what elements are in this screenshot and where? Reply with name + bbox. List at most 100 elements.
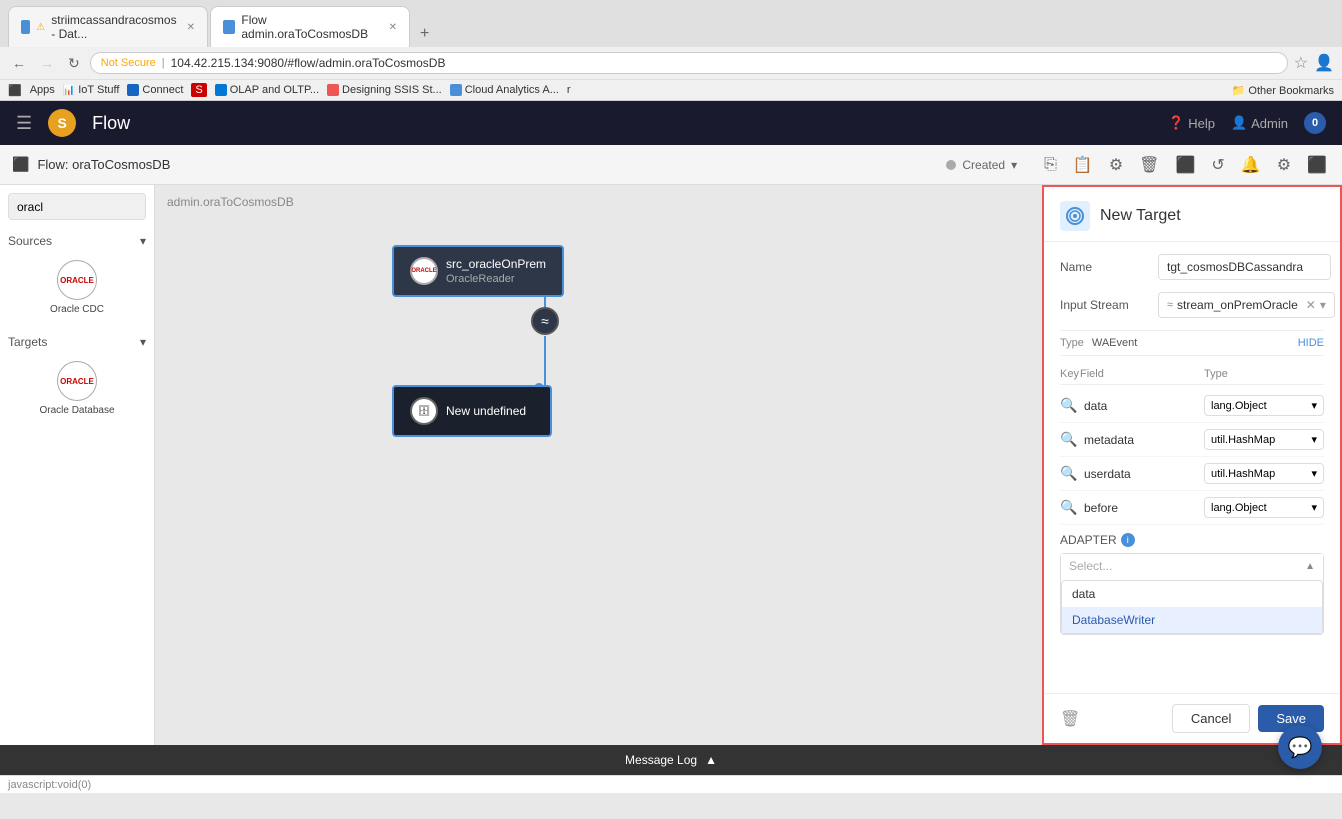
toolbar-table-icon[interactable]: ⬛ xyxy=(1172,152,1198,178)
status-text: Created xyxy=(962,158,1005,172)
input-stream-select[interactable]: ≈ stream_onPremOracle ✕ ▾ xyxy=(1158,292,1335,318)
target-node[interactable]: 🗄 New undefined xyxy=(392,385,552,437)
targets-section-header[interactable]: Targets ▾ xyxy=(8,331,146,353)
cloud-favicon xyxy=(450,84,462,96)
adapter-option-data[interactable]: data xyxy=(1062,581,1322,607)
stream-clear-icon[interactable]: ✕ xyxy=(1306,298,1316,312)
status-caret: ▾ xyxy=(1011,158,1017,172)
type-hide-button[interactable]: HIDE xyxy=(1298,337,1324,349)
hamburger-menu[interactable]: ☰ xyxy=(16,113,32,134)
help-icon: ❓ xyxy=(1168,115,1184,131)
search-input[interactable] xyxy=(17,200,172,214)
toolbar-settings-icon[interactable]: ⚙ xyxy=(1274,152,1294,178)
type-select-metadata[interactable]: util.HashMap ▾ xyxy=(1204,429,1324,450)
target-node-title: New undefined xyxy=(446,404,526,418)
type-value-metadata: util.HashMap xyxy=(1211,434,1275,446)
row-key-metadata: 🔍 xyxy=(1060,431,1080,448)
row-key-data: 🔍 xyxy=(1060,397,1080,414)
target-icon-svg xyxy=(1066,207,1084,225)
header-type: Type xyxy=(1204,368,1324,380)
type-select-before[interactable]: lang.Object ▾ xyxy=(1204,497,1324,518)
stream-chevron[interactable]: ▾ xyxy=(1320,298,1326,312)
bookmark-apps[interactable]: Apps xyxy=(30,84,55,96)
new-tab-button[interactable]: + xyxy=(412,21,437,47)
admin-button[interactable]: 👤 Admin xyxy=(1231,115,1288,131)
oracle-cdc-label: Oracle CDC xyxy=(50,304,104,315)
type-header: Type WAEvent HIDE xyxy=(1060,330,1324,356)
bookmark-cloud[interactable]: Cloud Analytics A... xyxy=(450,84,559,96)
row-field-userdata: userdata xyxy=(1084,467,1200,481)
stream-icon: ≈ xyxy=(1167,299,1173,311)
bookmark-iot[interactable]: 📊IoT Stuff xyxy=(63,84,120,96)
source-node[interactable]: ORACLE src_oracleOnPrem OracleReader xyxy=(392,245,564,297)
oracle-db-item[interactable]: ORACLE Oracle Database xyxy=(8,353,146,424)
cancel-button[interactable]: Cancel xyxy=(1172,704,1250,733)
adapter-dropdown[interactable]: Select... ▲ data DatabaseWriter xyxy=(1060,553,1324,635)
connector-line-bottom xyxy=(544,336,546,386)
sources-chevron: ▾ xyxy=(140,234,146,248)
main-content: ✕ Sources ▾ ORACLE Oracle CDC Targets ▾ … xyxy=(0,185,1342,745)
toolbar-bell-icon[interactable]: 🔔 xyxy=(1238,152,1264,178)
toolbar-connect-icon[interactable]: ⚙ xyxy=(1106,152,1126,178)
flow-breadcrumb-icon: ⬛ xyxy=(12,156,29,173)
bookmark-olap[interactable]: OLAP and OLTP... xyxy=(215,84,319,96)
tab-close-2[interactable]: ✕ xyxy=(389,22,397,33)
connect-favicon xyxy=(127,84,139,96)
row-type-data[interactable]: lang.Object ▾ xyxy=(1204,395,1324,416)
star-icon[interactable]: ☆ xyxy=(1294,53,1308,73)
adapter-option-databasewriter[interactable]: DatabaseWriter xyxy=(1062,607,1322,633)
flow-status[interactable]: Created ▾ xyxy=(946,158,1017,172)
forward-button[interactable]: → xyxy=(36,53,58,73)
toolbar-copy-icon[interactable]: ⎘ xyxy=(1041,153,1060,177)
browser-tab-2[interactable]: Flow admin.oraToCosmosDB ✕ xyxy=(210,6,410,47)
row-field-before: before xyxy=(1084,501,1200,515)
oracle-source-abbr: ORACLE xyxy=(411,268,436,274)
chat-button[interactable]: 💬 xyxy=(1278,725,1322,769)
name-row: Name xyxy=(1060,254,1324,280)
row-type-metadata[interactable]: util.HashMap ▾ xyxy=(1204,429,1324,450)
oracle-db-icon: ORACLE xyxy=(57,361,97,401)
other-bookmarks[interactable]: 📁 Other Bookmarks xyxy=(1232,84,1334,97)
toolbar-refresh-icon[interactable]: ↺ xyxy=(1208,152,1227,178)
bookmark-connect[interactable]: Connect xyxy=(127,84,183,96)
name-input[interactable] xyxy=(1158,254,1331,280)
browser-tab-1[interactable]: ⚠ striimcassandracosmos - Dat... ✕ xyxy=(8,6,208,47)
profile-icon[interactable]: 👤 xyxy=(1314,53,1334,73)
input-stream-row: Input Stream ≈ stream_onPremOracle ✕ ▾ xyxy=(1060,292,1324,318)
bookmark-s[interactable]: S xyxy=(191,83,206,97)
back-button[interactable]: ← xyxy=(8,53,30,73)
help-button[interactable]: ❓ Help xyxy=(1168,115,1215,131)
oracle-cdc-abbr: ORACLE xyxy=(60,276,94,285)
connector-icon: ≈ xyxy=(531,307,559,335)
status-dot xyxy=(946,160,956,170)
table-row-data: 🔍 data lang.Object ▾ xyxy=(1060,389,1324,423)
reload-button[interactable]: ↻ xyxy=(64,53,84,74)
type-select-data[interactable]: lang.Object ▾ xyxy=(1204,395,1324,416)
adapter-select-bar[interactable]: Select... ▲ xyxy=(1061,554,1323,578)
type-select-userdata[interactable]: util.HashMap ▾ xyxy=(1204,463,1324,484)
toolbar-delete-icon[interactable]: 🗑 xyxy=(1136,152,1162,178)
adapter-section: ADAPTER i Select... ▲ data DatabaseWrite… xyxy=(1060,533,1324,635)
toolbar-grid-icon[interactable]: ⬛ xyxy=(1304,152,1330,178)
adapter-info-icon[interactable]: i xyxy=(1121,533,1135,547)
toolbar-paste-icon[interactable]: 📋 xyxy=(1070,152,1096,178)
footer-trash-icon[interactable]: 🗑 xyxy=(1060,709,1080,729)
notification-badge[interactable]: 0 xyxy=(1304,112,1326,134)
message-log-label: Message Log xyxy=(625,753,697,767)
bookmark-ssis[interactable]: Designing SSIS St... xyxy=(327,84,442,96)
bookmark-r[interactable]: r xyxy=(567,84,571,96)
flow-toolbar: ⬛ Flow: oraToCosmosDB Created ▾ ⎘ 📋 ⚙ 🗑 … xyxy=(0,145,1342,185)
url-bar[interactable]: Not Secure | 104.42.215.134:9080/#flow/a… xyxy=(90,52,1288,74)
row-type-before[interactable]: lang.Object ▾ xyxy=(1204,497,1324,518)
message-log[interactable]: Message Log ▲ xyxy=(0,745,1342,775)
canvas-area[interactable]: admin.oraToCosmosDB ORACLE src_oracleOnP… xyxy=(155,185,1042,745)
oracle-cdc-item[interactable]: ORACLE Oracle CDC xyxy=(8,252,146,323)
sources-section-header[interactable]: Sources ▾ xyxy=(8,230,146,252)
tab-close-1[interactable]: ✕ xyxy=(187,22,195,33)
right-panel-header: New Target xyxy=(1044,187,1340,242)
left-panel: ✕ Sources ▾ ORACLE Oracle CDC Targets ▾ … xyxy=(0,185,155,745)
adapter-chevron-up: ▲ xyxy=(1305,561,1315,572)
canvas-label: admin.oraToCosmosDB xyxy=(167,195,294,209)
row-type-userdata[interactable]: util.HashMap ▾ xyxy=(1204,463,1324,484)
search-bar[interactable]: ✕ xyxy=(8,193,146,220)
